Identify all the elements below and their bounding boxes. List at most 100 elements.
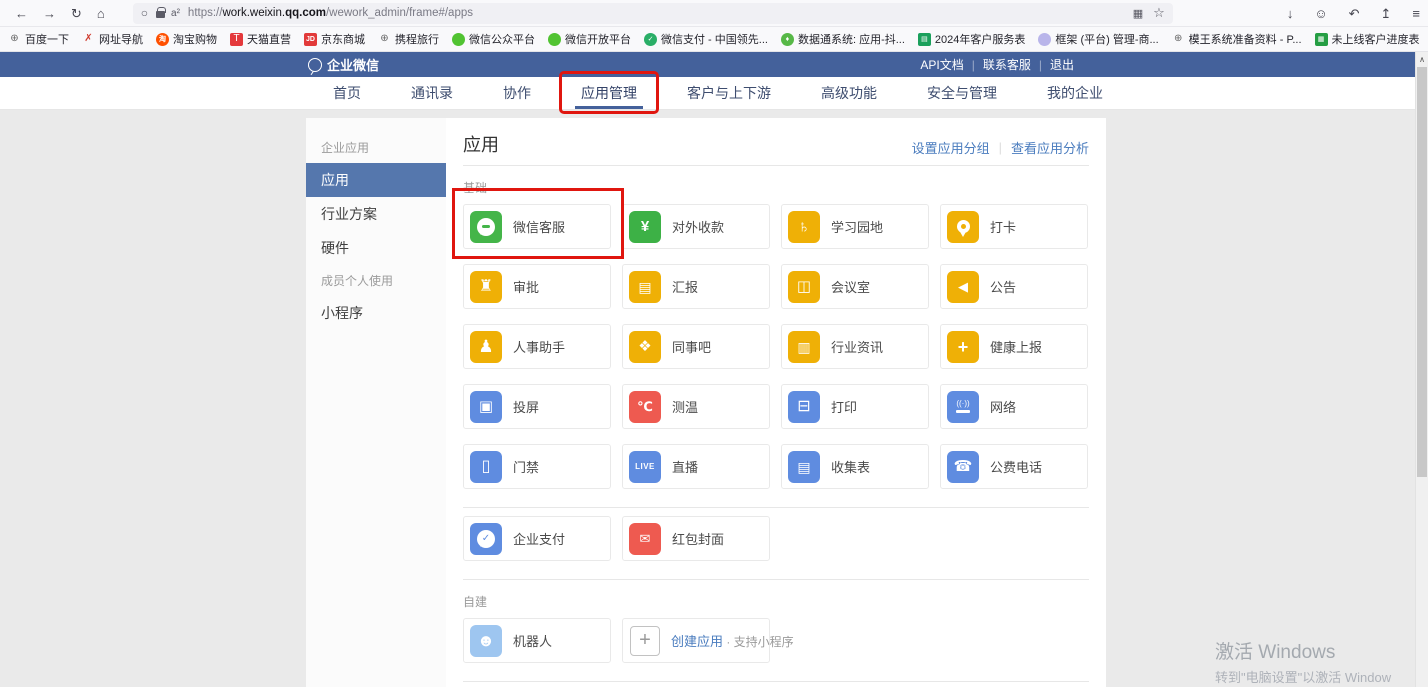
app-card-robot[interactable]: ☻ 机器人 bbox=[463, 618, 611, 663]
app-card-enterprise-pay[interactable]: ✓ 企业支付 bbox=[463, 516, 611, 561]
bookmark-item[interactable]: ⊕ 百度一下 bbox=[8, 31, 69, 47]
app-card-screen-cast[interactable]: ▣ 投屏 bbox=[463, 384, 611, 429]
app-card-free-phone[interactable]: ☎ 公费电话 bbox=[940, 444, 1088, 489]
bookmark-item[interactable]: ✗ 网址导航 bbox=[82, 31, 143, 47]
app-card-external-payment[interactable]: ¥ 对外收款 bbox=[622, 204, 770, 249]
menu-icon[interactable]: ≡ bbox=[1412, 7, 1420, 20]
lock-icon[interactable] bbox=[156, 7, 167, 18]
qr-code-icon[interactable]: ▦ bbox=[1133, 7, 1143, 20]
divider bbox=[463, 165, 1089, 166]
tab-通讯录[interactable]: 通讯录 bbox=[411, 77, 453, 109]
share-icon[interactable]: ↥ bbox=[1381, 7, 1392, 20]
tab-高级功能[interactable]: 高级功能 bbox=[821, 77, 877, 109]
bookmark-item[interactable]: JD 京东商城 bbox=[304, 31, 365, 47]
wechat-customer-service-icon bbox=[470, 210, 502, 243]
temperature-icon: ℃ bbox=[629, 390, 661, 423]
app-card-temperature[interactable]: ℃ 测温 bbox=[622, 384, 770, 429]
bookmark-item[interactable]: 淘淘宝购物 bbox=[156, 31, 217, 47]
app-label: 测温 bbox=[672, 400, 699, 415]
bookmark-item[interactable]: ▦ 未上线客户进度表 bbox=[1314, 31, 1420, 47]
app-card-report[interactable]: ▤ 汇报 bbox=[622, 264, 770, 309]
bookmark-item[interactable]: ♦ 数据通系统: 应用-抖... bbox=[780, 31, 905, 47]
app-card-meeting-room[interactable]: ◫ 会议室 bbox=[781, 264, 929, 309]
purple-dot-icon bbox=[1038, 32, 1052, 46]
collect-form-icon: ▤ bbox=[788, 450, 820, 483]
bookmark-item[interactable]: 微信开放平台 bbox=[548, 31, 631, 47]
tab-安全与管理[interactable]: 安全与管理 bbox=[927, 77, 997, 109]
bookmark-item[interactable]: ⊕ 携程旅行 bbox=[378, 31, 439, 47]
bookmark-item[interactable]: ✓ 微信支付 - 中国领先... bbox=[644, 31, 768, 47]
check-in-icon bbox=[947, 210, 979, 243]
divider bbox=[463, 579, 1089, 580]
app-card-red-packet-cover[interactable]: ✉ 红包封面 bbox=[622, 516, 770, 561]
spreadsheet-icon: ▤ bbox=[917, 32, 931, 46]
header-link-api-docs[interactable]: API文档 bbox=[920, 56, 963, 73]
robot-icon: ☻ bbox=[470, 624, 502, 657]
app-card-learning-garden[interactable]: ♄ 学习园地 bbox=[781, 204, 929, 249]
bookmark-item[interactable]: ⊕ 模王系统准备资料 - P... bbox=[1172, 31, 1302, 47]
app-card-print[interactable]: ⊟ 打印 bbox=[781, 384, 929, 429]
sidebar-item-应用[interactable]: 应用 bbox=[306, 163, 446, 197]
wechat-open-icon bbox=[548, 32, 561, 46]
forward-icon[interactable]: → bbox=[43, 7, 56, 20]
sidebar: 企业应用 应用 行业方案 硬件 成员个人使用 小程序 bbox=[306, 118, 446, 687]
header-link-logout[interactable]: 退出 bbox=[1050, 56, 1074, 73]
bookmark-label: 2024年客户服务表 bbox=[934, 34, 1026, 46]
tab-客户与上下游[interactable]: 客户与上下游 bbox=[687, 77, 771, 109]
reload-icon[interactable]: ↻ bbox=[71, 7, 82, 20]
app-card-colleague-bar[interactable]: ❖ 同事吧 bbox=[622, 324, 770, 369]
app-card-approval[interactable]: ♜ 审批 bbox=[463, 264, 611, 309]
screen-cast-icon: ▣ bbox=[470, 390, 502, 423]
account-icon[interactable]: ☺ bbox=[1314, 7, 1327, 20]
history-icon[interactable]: ↶ bbox=[1349, 7, 1360, 20]
app-label: 会议室 bbox=[831, 280, 871, 295]
app-card-wechat-customer-service[interactable]: 微信客服 bbox=[452, 188, 624, 259]
announcement-icon: ◀ bbox=[947, 270, 979, 303]
app-card-collect-form[interactable]: ▤ 收集表 bbox=[781, 444, 929, 489]
url-bar[interactable]: ○ a² https://work.weixin.qq.com/wework_a… bbox=[132, 2, 1173, 24]
back-icon[interactable]: ← bbox=[15, 7, 28, 20]
sidebar-item-硬件[interactable]: 硬件 bbox=[306, 231, 446, 265]
tab-应用管理[interactable]: 应用管理 bbox=[559, 71, 659, 114]
app-label: 网络 bbox=[990, 400, 1017, 415]
set-app-groups-link[interactable]: 设置应用分组 bbox=[912, 138, 990, 157]
app-label: 人事助手 bbox=[513, 340, 566, 355]
app-card-hr-assistant[interactable]: ♟ 人事助手 bbox=[463, 324, 611, 369]
create-app-card[interactable]: + 创建应用 · 支持小程序 bbox=[622, 618, 794, 663]
tab-label: 安全与管理 bbox=[927, 85, 997, 101]
sidebar-group-header: 企业应用 bbox=[321, 141, 370, 155]
view-app-analytics-link[interactable]: 查看应用分析 bbox=[1011, 138, 1089, 157]
url-text[interactable]: https://work.weixin.qq.com/wework_admin/… bbox=[188, 7, 1125, 19]
bookmark-star-icon[interactable]: ☆ bbox=[1153, 5, 1165, 21]
home-icon[interactable]: ⌂ bbox=[97, 7, 105, 20]
app-card-announcement[interactable]: ◀ 公告 bbox=[940, 264, 1088, 309]
downloads-icon[interactable]: ↓ bbox=[1287, 7, 1294, 20]
health-report-icon: + bbox=[947, 330, 979, 363]
tab-首页[interactable]: 首页 bbox=[333, 77, 361, 109]
app-card-check-in[interactable]: 打卡 bbox=[940, 204, 1088, 249]
sidebar-item-行业方案[interactable]: 行业方案 bbox=[306, 197, 446, 231]
bookmark-item[interactable]: T 天猫直营 bbox=[230, 31, 291, 47]
plus-icon: + bbox=[630, 625, 660, 656]
wework-nav: 首页 通讯录 协作 应用管理 客户与上下游 高级功能 安全与管理 我的企业 bbox=[0, 71, 1415, 114]
divider bbox=[463, 681, 1089, 682]
header-link-contact-support[interactable]: 联系客服 bbox=[983, 56, 1031, 73]
vertical-scrollbar[interactable]: ∧ bbox=[1415, 52, 1428, 687]
app-card-door-access[interactable]: ▯ 门禁 bbox=[463, 444, 611, 489]
app-label: 微信客服 bbox=[513, 220, 566, 235]
bookmark-item[interactable]: 微信公众平台 bbox=[452, 31, 535, 47]
wework-logo[interactable]: 企业微信 bbox=[308, 55, 379, 74]
app-card-health-report[interactable]: + 健康上报 bbox=[940, 324, 1088, 369]
sidebar-item-小程序[interactable]: 小程序 bbox=[306, 296, 446, 330]
app-card-network[interactable]: ((·)) 网络 bbox=[940, 384, 1088, 429]
shield-icon[interactable]: ○ bbox=[141, 6, 148, 20]
app-card-live[interactable]: LIVE 直播 bbox=[622, 444, 770, 489]
translate-icon[interactable]: a² bbox=[171, 8, 180, 19]
scrollbar-up-icon[interactable]: ∧ bbox=[1416, 52, 1428, 67]
scrollbar-thumb[interactable] bbox=[1417, 67, 1427, 477]
tab-我的企业[interactable]: 我的企业 bbox=[1047, 77, 1103, 109]
bookmark-item[interactable]: 框架 (平台) 管理-商... bbox=[1038, 31, 1159, 47]
app-card-industry-news[interactable]: ▥ 行业资讯 bbox=[781, 324, 929, 369]
bookmark-item[interactable]: ▤ 2024年客户服务表 bbox=[917, 31, 1026, 47]
tab-协作[interactable]: 协作 bbox=[503, 77, 531, 109]
